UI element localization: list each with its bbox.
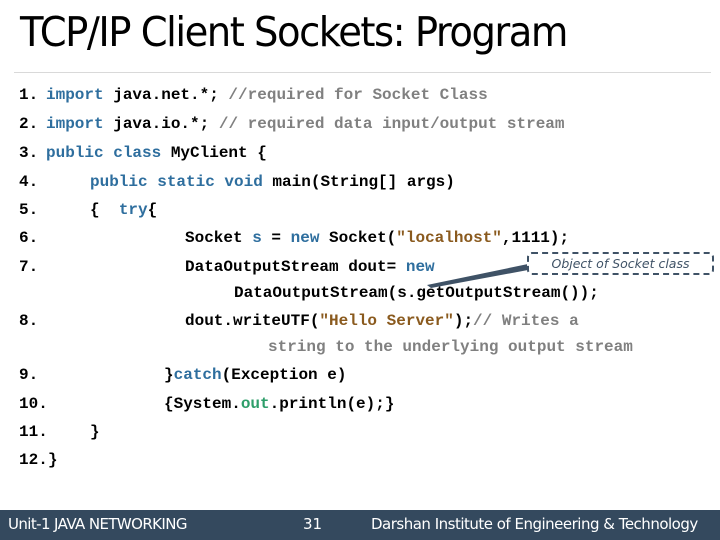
footer-unit: Unit-1 JAVA NETWORKING bbox=[8, 515, 187, 533]
callout-text: Object of Socket class bbox=[551, 256, 690, 271]
callout-box: Object of Socket class bbox=[527, 252, 714, 275]
callout-pointer bbox=[427, 264, 528, 288]
footer-institute: Darshan Institute of Engineering & Techn… bbox=[371, 515, 698, 533]
footer-page-number: 31 bbox=[303, 515, 323, 533]
footer-bar: Unit-1 JAVA NETWORKING 31 Darshan Instit… bbox=[0, 510, 720, 540]
